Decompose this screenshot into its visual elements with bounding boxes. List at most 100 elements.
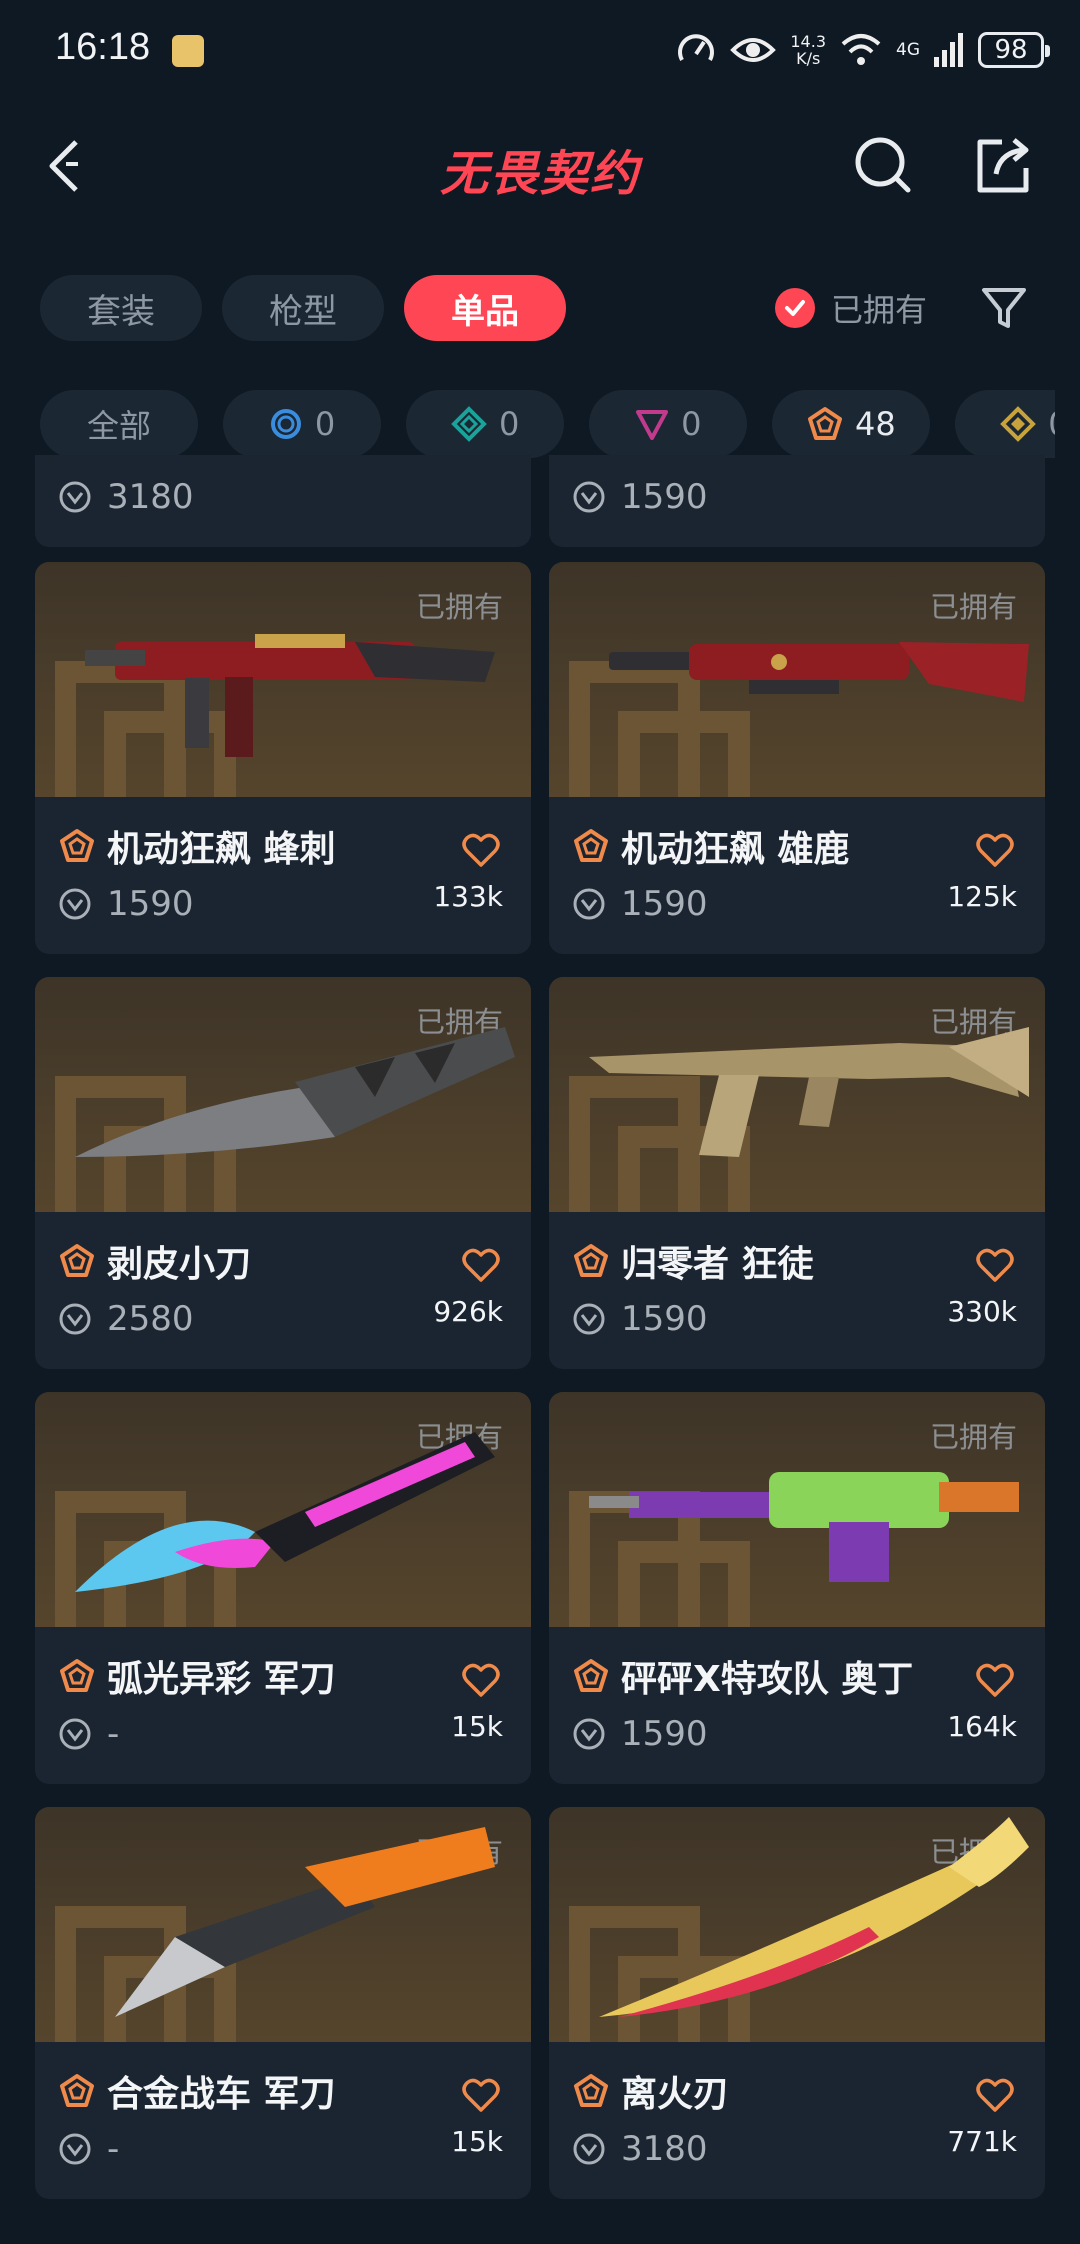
chip-count: 0 bbox=[681, 405, 702, 443]
item-card[interactable]: 已拥有 机动狂飙 雄鹿 1590 125k bbox=[549, 562, 1045, 954]
name-row: 弧光异彩 军刀 bbox=[59, 1654, 507, 1700]
name-row: 机动狂飙 雄鹿 bbox=[573, 824, 1021, 870]
premium-tier-icon bbox=[636, 410, 669, 440]
karambit-weapon-icon bbox=[75, 1432, 495, 1592]
chip-ultra-tier[interactable]: 0 bbox=[955, 390, 1055, 458]
vp-currency-icon bbox=[59, 888, 91, 920]
favorite-heart-icon[interactable] bbox=[975, 830, 1015, 870]
chip-premium-tier[interactable]: 0 bbox=[589, 390, 748, 458]
item-name: 弧光异彩 军刀 bbox=[107, 1659, 336, 1700]
favorite-heart-icon[interactable] bbox=[461, 1245, 501, 1285]
item-card-partial[interactable]: 1590 bbox=[549, 455, 1045, 547]
search-icon[interactable] bbox=[852, 134, 914, 196]
item-price: 2580 bbox=[107, 1299, 194, 1339]
network-speed: 14.3 K/s bbox=[790, 32, 826, 68]
name-row: 合金战车 军刀 bbox=[59, 2069, 507, 2115]
chip-exclusive-tier[interactable]: 48 bbox=[772, 390, 931, 458]
status-icons: 14.3 K/s 4G 98 bbox=[676, 26, 1050, 74]
item-card[interactable]: 已拥有 砰砰X特攻队 奥丁 1590 164k bbox=[549, 1392, 1045, 1784]
battery-icon: 98 bbox=[978, 32, 1050, 68]
item-card[interactable]: 已拥有 机动狂飙 蜂刺 1590 133k bbox=[35, 562, 531, 954]
chip-deluxe-tier[interactable]: 0 bbox=[406, 390, 565, 458]
price-row: 1590 bbox=[573, 477, 708, 517]
app-logo-title: 无畏契约 bbox=[439, 146, 640, 202]
tab-weapon-types[interactable]: 枪型 bbox=[222, 275, 384, 341]
exclusive-tier-icon bbox=[574, 829, 608, 862]
price-row: 1590 bbox=[59, 884, 194, 924]
smg-weapon-icon bbox=[85, 634, 495, 757]
vp-currency-icon bbox=[573, 1303, 605, 1335]
chip-all[interactable]: 全部 bbox=[40, 390, 198, 458]
like-count: 15k bbox=[451, 1710, 503, 1743]
kunai-weapon-icon bbox=[115, 1827, 495, 2017]
item-image: 已拥有 bbox=[549, 562, 1045, 797]
filter-icon[interactable] bbox=[980, 284, 1028, 332]
item-price: 1590 bbox=[621, 884, 708, 924]
price-row: 3180 bbox=[573, 2129, 708, 2169]
owned-filter-toggle[interactable]: 已拥有 bbox=[775, 285, 927, 331]
status-time: 16:18 bbox=[55, 26, 151, 68]
favorite-heart-icon[interactable] bbox=[975, 1660, 1015, 1700]
item-image: 已拥有 bbox=[549, 977, 1045, 1212]
price-row: 1590 bbox=[573, 1299, 708, 1339]
favorite-heart-icon[interactable] bbox=[461, 2075, 501, 2115]
item-price: 1590 bbox=[621, 477, 708, 517]
item-price: 1590 bbox=[621, 1714, 708, 1754]
item-image: 已拥有 bbox=[35, 1392, 531, 1627]
favorite-heart-icon[interactable] bbox=[461, 830, 501, 870]
like-count: 125k bbox=[947, 880, 1017, 913]
checkmark-icon bbox=[775, 288, 815, 328]
item-price: 1590 bbox=[621, 1299, 708, 1339]
item-price: 3180 bbox=[621, 2129, 708, 2169]
exclusive-tier-icon bbox=[574, 2074, 608, 2107]
network-type: 4G bbox=[896, 40, 920, 60]
vp-currency-icon bbox=[573, 481, 605, 513]
item-card[interactable]: 已拥有 合金战车 军刀 - 15k bbox=[35, 1807, 531, 2199]
deluxe-tier-icon bbox=[451, 406, 487, 442]
like-count: 926k bbox=[433, 1295, 503, 1328]
chip-count: 0 bbox=[1048, 405, 1055, 443]
item-price: - bbox=[107, 1714, 120, 1754]
item-card[interactable]: 已拥有 弧光异彩 军刀 - 15k bbox=[35, 1392, 531, 1784]
vp-currency-icon bbox=[573, 1718, 605, 1750]
item-image: 已拥有 bbox=[549, 1807, 1045, 2042]
favorite-heart-icon[interactable] bbox=[975, 1245, 1015, 1285]
eye-icon bbox=[730, 38, 777, 62]
select-tier-icon bbox=[270, 409, 301, 439]
status-bar: 16:18 14.3 K/s 4G 98 bbox=[0, 0, 1080, 100]
exclusive-tier-icon bbox=[60, 2074, 94, 2107]
item-name: 砰砰X特攻队 奥丁 bbox=[621, 1659, 914, 1700]
item-name: 机动狂飙 雄鹿 bbox=[621, 829, 850, 870]
item-card[interactable]: 已拥有 剥皮小刀 2580 926k bbox=[35, 977, 531, 1369]
item-name: 归零者 狂徒 bbox=[621, 1244, 814, 1285]
like-count: 133k bbox=[433, 880, 503, 913]
shotgun-weapon-icon bbox=[609, 642, 1029, 702]
favorite-heart-icon[interactable] bbox=[461, 1660, 501, 1700]
vp-currency-icon bbox=[573, 888, 605, 920]
tab-single-items[interactable]: 单品 bbox=[404, 275, 566, 341]
item-card[interactable]: 已拥有 离火刃 3180 771k bbox=[549, 1807, 1045, 2199]
exclusive-tier-icon bbox=[60, 1659, 94, 1692]
like-count: 330k bbox=[947, 1295, 1017, 1328]
machine-gun-weapon-icon bbox=[589, 1472, 1019, 1582]
tab-bundles[interactable]: 套装 bbox=[40, 275, 202, 341]
app-notification-icon bbox=[172, 35, 204, 67]
exclusive-tier-icon bbox=[60, 829, 94, 862]
chip-count: 48 bbox=[855, 405, 896, 443]
owned-filter-label: 已拥有 bbox=[831, 291, 928, 329]
signal-icon bbox=[934, 33, 963, 67]
exclusive-tier-icon bbox=[574, 1659, 608, 1692]
like-count: 164k bbox=[947, 1710, 1017, 1743]
price-row: - bbox=[59, 1714, 119, 1754]
item-price: 3180 bbox=[107, 477, 194, 517]
favorite-heart-icon[interactable] bbox=[975, 2075, 1015, 2115]
item-card-partial[interactable]: 3180 bbox=[35, 455, 531, 547]
price-row: 1590 bbox=[573, 884, 708, 924]
name-row: 砰砰X特攻队 奥丁 bbox=[573, 1654, 1021, 1700]
like-count: 771k bbox=[947, 2125, 1017, 2158]
item-card[interactable]: 已拥有 归零者 狂徒 1590 330k bbox=[549, 977, 1045, 1369]
vp-currency-icon bbox=[59, 1303, 91, 1335]
chip-select-tier[interactable]: 0 bbox=[223, 390, 382, 458]
price-row: 3180 bbox=[59, 477, 194, 517]
share-icon[interactable] bbox=[972, 134, 1034, 196]
